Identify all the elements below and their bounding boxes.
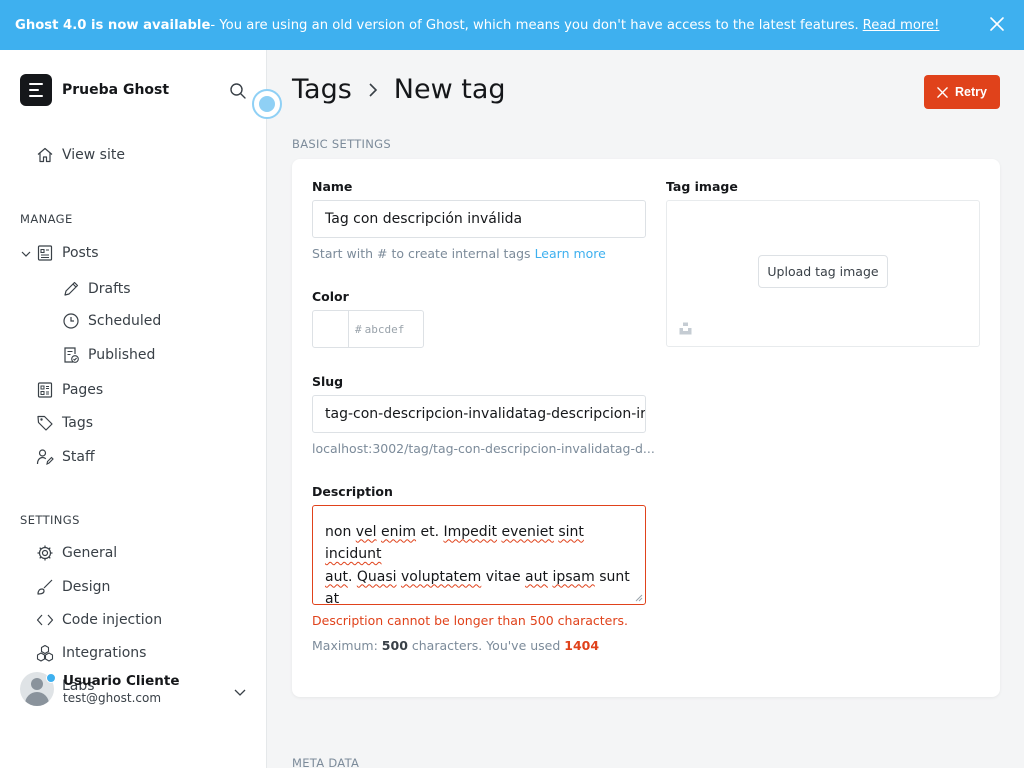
name-label: Name	[312, 179, 353, 194]
sidebar-item-tags[interactable]: Tags	[36, 414, 93, 432]
manage-heading: MANAGE	[20, 212, 73, 226]
slug-input[interactable]: tag-con-descripcion-invalidatag-descripc…	[312, 395, 646, 433]
sidebar-item-label: View site	[62, 147, 125, 163]
sidebar-item-integrations[interactable]: Integrations	[36, 644, 146, 662]
slug-label: Slug	[312, 374, 344, 389]
basic-settings-heading: BASIC SETTINGS	[292, 137, 391, 151]
counter-max: 500	[381, 638, 408, 653]
update-banner: Ghost 4.0 is now available - You are usi…	[0, 0, 1024, 50]
description-line: non vel enim et. Impedit eveniet sint in…	[325, 523, 584, 563]
color-picker[interactable]: # abcdef	[312, 310, 424, 348]
sidebar-item-label: Staff	[62, 449, 95, 465]
breadcrumb-current: New tag	[393, 74, 506, 105]
brush-icon	[37, 579, 53, 595]
sidebar-item-code-injection[interactable]: Code injection	[36, 611, 162, 629]
sidebar-item-label: Design	[62, 579, 111, 595]
description-counter: Maximum: 500 characters. You've used 140…	[312, 638, 599, 653]
search-icon[interactable]	[229, 82, 247, 100]
notification-dot	[46, 673, 56, 683]
ghost-logo-icon	[20, 74, 52, 106]
name-hint: Start with # to create internal tags Lea…	[312, 246, 606, 261]
published-icon	[64, 347, 79, 363]
description-text: non vel enim et. Impedit eveniet sint in…	[325, 506, 630, 605]
integrations-icon	[36, 644, 54, 662]
meta-data-heading: META DATA	[292, 756, 360, 768]
banner-text: - You are using an old version of Ghost,…	[210, 17, 859, 33]
chevron-right-icon	[369, 82, 377, 97]
banner-title: Ghost 4.0 is now available	[15, 17, 211, 33]
name-hint-text: Start with # to create internal tags	[312, 246, 531, 261]
close-icon[interactable]	[988, 15, 1006, 33]
sidebar-item-staff[interactable]: Staff	[36, 448, 95, 466]
sidebar-item-label: Posts	[62, 245, 99, 261]
color-hex-input[interactable]: # abcdef	[349, 311, 404, 347]
color-placeholder: abcdef	[364, 322, 405, 336]
tag-image-label: Tag image	[666, 179, 738, 194]
sidebar-item-scheduled[interactable]: Scheduled	[62, 312, 161, 330]
counter-mid: characters. You've used	[411, 638, 561, 653]
retry-button[interactable]: Retry	[924, 75, 1000, 109]
sidebar-item-label: Tags	[62, 415, 93, 431]
name-input[interactable]: Tag con descripción inválida	[312, 200, 646, 238]
user-name: Usuario Cliente	[63, 673, 180, 689]
sidebar-item-label: Code injection	[62, 612, 163, 628]
counter-prefix: Maximum:	[312, 638, 378, 653]
site-brand[interactable]: Prueba Ghost	[20, 74, 169, 106]
breadcrumb-tags-link[interactable]: Tags	[292, 74, 352, 105]
sidebar-item-label: Pages	[62, 382, 104, 398]
clock-icon	[63, 313, 79, 329]
settings-heading: SETTINGS	[20, 513, 80, 527]
pencil-icon	[64, 281, 79, 296]
slug-url: localhost:3002/tag/tag-con-descripcion-i…	[312, 441, 655, 456]
upload-tag-image-button[interactable]: Upload tag image	[758, 255, 888, 288]
learn-more-link[interactable]: Learn more	[535, 246, 606, 261]
user-email: test@ghost.com	[63, 691, 162, 705]
description-textarea[interactable]: non vel enim et. Impedit eveniet sint in…	[312, 505, 646, 605]
sidebar-item-label: Integrations	[62, 645, 147, 661]
posts-icon	[37, 245, 53, 261]
sidebar-item-posts[interactable]: Posts	[36, 244, 99, 262]
sidebar-item-pages[interactable]: Pages	[36, 381, 103, 399]
sidebar-item-published[interactable]: Published	[62, 346, 155, 364]
chevron-down-icon[interactable]	[232, 684, 248, 700]
sidebar-item-view-site[interactable]: View site	[36, 146, 125, 164]
sidebar-item-general[interactable]: General	[36, 544, 117, 562]
page-title: Tags New tag	[292, 74, 506, 105]
sidebar-item-label: Scheduled	[88, 313, 162, 329]
chevron-down-icon[interactable]	[20, 248, 32, 260]
retry-label: Retry	[955, 85, 987, 99]
color-label: Color	[312, 289, 349, 304]
banner-read-more-link[interactable]: Read more!	[863, 18, 940, 33]
close-icon	[937, 86, 948, 98]
description-error: Description cannot be longer than 500 ch…	[312, 613, 628, 628]
sidebar-item-label: General	[62, 545, 118, 561]
color-swatch[interactable]	[313, 311, 349, 347]
unsplash-icon[interactable]	[679, 322, 692, 335]
home-icon	[37, 147, 53, 163]
code-icon	[36, 614, 54, 626]
pages-icon	[37, 382, 53, 398]
user-menu[interactable]: Usuario Cliente test@ghost.com	[20, 672, 180, 706]
sidebar-item-label: Drafts	[88, 281, 131, 297]
gear-icon	[37, 545, 53, 561]
site-name: Prueba Ghost	[62, 82, 170, 98]
tag-icon	[37, 415, 53, 431]
tour-pulse-indicator[interactable]	[252, 89, 282, 119]
sidebar-item-design[interactable]: Design	[36, 578, 110, 596]
description-label: Description	[312, 484, 393, 499]
sidebar-item-label: Published	[88, 347, 156, 363]
description-line: aut. Quasi voluptatem vitae aut ipsam su…	[325, 568, 630, 605]
counter-used: 1404	[564, 638, 600, 653]
resize-handle-icon[interactable]	[634, 593, 643, 602]
staff-icon	[36, 449, 54, 465]
sidebar-item-drafts[interactable]: Drafts	[62, 280, 131, 298]
